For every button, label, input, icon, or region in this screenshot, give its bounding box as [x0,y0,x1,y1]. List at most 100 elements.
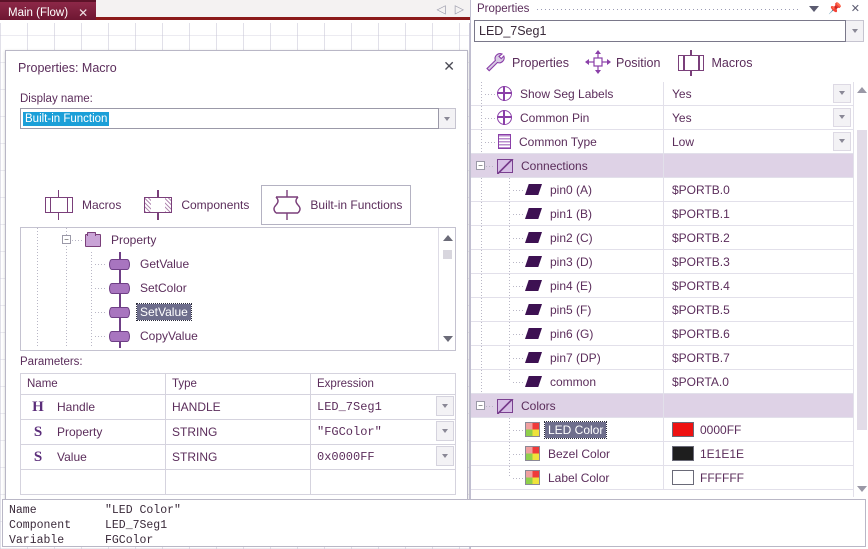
display-name-dropdown-button[interactable] [439,108,456,129]
property-value-cell[interactable]: $PORTB.7 [663,346,868,370]
component-combo-dropdown-button[interactable] [846,20,864,42]
tree-item-getvalue[interactable]: GetValue [21,252,438,276]
pin-icon[interactable]: 📌 [828,4,842,15]
property-value-cell[interactable]: $PORTB.0 [663,178,868,202]
value-dropdown-button[interactable] [833,108,851,127]
property-value-cell[interactable]: $PORTB.4 [663,274,868,298]
property-row-pin3[interactable]: pin3 (D) $PORTB.3 [471,250,868,274]
close-icon[interactable]: ✕ [78,7,88,19]
param-type: STRING [166,419,311,444]
scroll-down-icon[interactable] [439,331,456,346]
scroll-down-icon[interactable] [854,482,868,496]
tab-position[interactable]: Position [579,48,666,79]
color-wheel-icon [525,446,540,461]
tab-main-flow[interactable]: Main (Flow) ✕ [0,0,96,20]
tree-expander-property[interactable]: − [62,235,71,244]
property-value-cell[interactable]: $PORTB.2 [663,226,868,250]
property-row-common[interactable]: common $PORTA.0 [471,370,868,394]
property-value: $PORTB.1 [672,207,730,221]
property-value-cell[interactable]: FFFFFF [663,466,868,490]
property-row-pin0[interactable]: pin0 (A) $PORTB.0 [471,178,868,202]
drag-handle[interactable] [537,9,801,10]
tree-scroll-thumb[interactable] [443,250,452,259]
group-expander-connections[interactable]: − [476,161,485,170]
color-swatch[interactable] [672,422,694,437]
chevron-down-icon [839,139,845,143]
property-group-connections[interactable]: − Connections [471,154,868,178]
property-value-cell[interactable]: $PORTB.3 [663,250,868,274]
kind-macros[interactable]: Macros [34,186,129,224]
tab-next-icon[interactable]: ▷ [455,2,464,16]
property-value-cell[interactable]: $PORTB.5 [663,298,868,322]
property-row-pin6[interactable]: pin6 (G) $PORTB.6 [471,322,868,346]
chevron-down-icon [839,91,845,95]
expression-dropdown-button[interactable] [436,446,454,466]
tree-item-copyvalue[interactable]: CopyValue [21,324,438,348]
property-value-cell[interactable]: $PORTB.1 [663,202,868,226]
kind-components[interactable]: Components [133,186,257,224]
property-name: Bezel Color [545,446,613,462]
scroll-up-icon[interactable] [854,83,868,97]
color-swatch[interactable] [672,446,694,461]
macro-tree[interactable]: − Property GetValue [20,227,456,351]
expression-dropdown-button[interactable] [436,396,454,416]
property-value: Yes [672,111,692,125]
display-name-input[interactable]: Built-in Function [20,108,439,129]
tab-label: Main (Flow) [8,7,68,19]
properties-grid[interactable]: Show Seg Labels Yes Common Pin Yes [471,82,868,497]
tab-macros[interactable]: Macros [670,48,758,78]
value-dropdown-button[interactable] [833,132,851,151]
info-key: Name [9,503,105,518]
property-value-cell[interactable]: Yes [663,82,868,106]
property-row-pin7[interactable]: pin7 (DP) $PORTB.7 [471,346,868,370]
tree-item-setcolor[interactable]: SetColor [21,276,438,300]
property-value-cell[interactable]: Yes [663,106,868,130]
param-expression-cell[interactable]: 0x0000FF [311,444,456,469]
table-row[interactable]: S Property STRING "FGColor" [21,419,456,444]
property-value-cell[interactable]: $PORTA.0 [663,370,868,394]
tree-scrollbar[interactable] [438,228,455,350]
chevron-down-icon[interactable] [809,6,819,12]
param-expression-cell[interactable]: LED_7Seg1 [311,394,456,419]
property-row-pin1[interactable]: pin1 (B) $PORTB.1 [471,202,868,226]
property-row-common-pin[interactable]: Common Pin Yes [471,106,868,130]
param-expression-cell[interactable]: "FGColor" [311,419,456,444]
value-dropdown-button[interactable] [833,84,851,103]
parallelogram-icon [525,352,542,363]
tab-prev-icon[interactable]: ◁ [437,2,446,16]
expression-dropdown-button[interactable] [436,421,454,441]
property-group-colors[interactable]: − Colors [471,394,868,418]
property-name: common [547,374,599,390]
table-row[interactable]: H Handle HANDLE LED_7Seg1 [21,394,456,419]
parallelogram-icon [525,256,542,267]
property-row-pin5[interactable]: pin5 (F) $PORTB.5 [471,298,868,322]
tree-item-property[interactable]: − Property [21,228,438,252]
properties-grid-scrollbar[interactable] [853,82,868,497]
tree-item-setvalue[interactable]: SetValue [21,300,438,324]
property-row-led-color[interactable]: LED Color 0000FF [471,418,868,442]
param-expression: LED_7Seg1 [317,400,382,414]
component-combo-input[interactable]: LED_7Seg1 [474,20,846,42]
table-row[interactable]: S Value STRING 0x0000FF [21,444,456,469]
property-row-bezel-color[interactable]: Bezel Color 1E1E1E [471,442,868,466]
property-row-label-color[interactable]: Label Color FFFFFF [471,466,868,490]
scroll-up-icon[interactable] [439,230,456,245]
property-row-pin4[interactable]: pin4 (E) $PORTB.4 [471,274,868,298]
group-expander-colors[interactable]: − [476,401,485,410]
scroll-thumb[interactable] [857,130,867,430]
property-value-cell[interactable]: 1E1E1E [663,442,868,466]
property-value-cell[interactable]: Low [663,130,868,154]
property-value-cell[interactable]: $PORTB.6 [663,322,868,346]
close-icon[interactable]: ✕ [851,4,860,15]
kind-builtin-functions[interactable]: Built-in Functions [261,185,411,225]
property-row-common-type[interactable]: Common Type Low [471,130,868,154]
property-value: 0000FF [700,423,741,437]
color-swatch[interactable] [672,470,694,485]
property-value-cell[interactable]: 0000FF [663,418,868,442]
tab-properties[interactable]: Properties [477,49,575,78]
close-icon[interactable]: ✕ [443,59,455,73]
property-row-pin2[interactable]: pin2 (C) $PORTB.2 [471,226,868,250]
property-value: Low [672,135,694,149]
list-icon [498,134,511,149]
property-row-show-seg-labels[interactable]: Show Seg Labels Yes [471,82,868,106]
